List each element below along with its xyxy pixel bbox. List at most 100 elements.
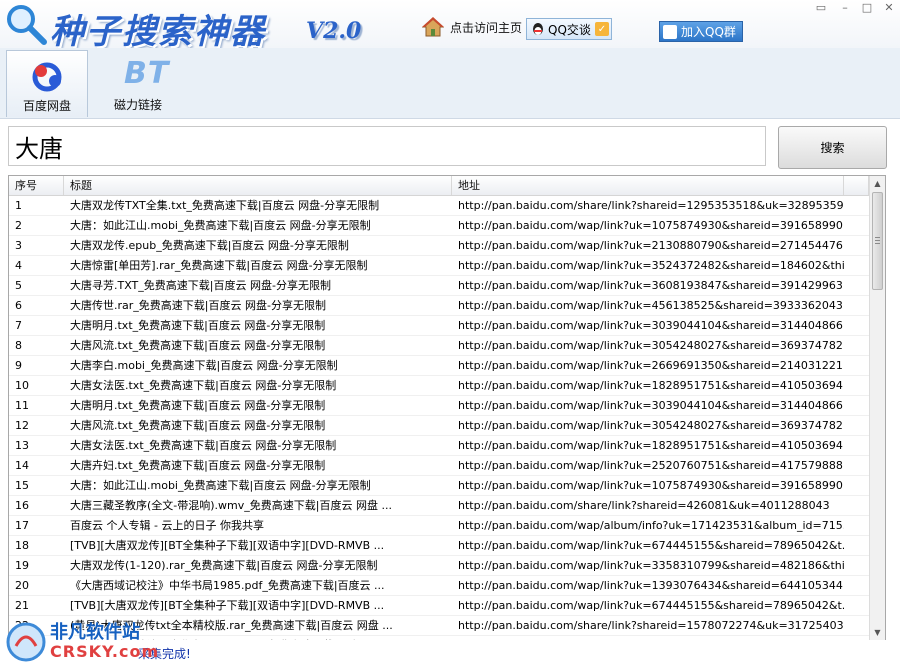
row-url: http://pan.baidu.com/wap/link?uk=2669691… — [458, 359, 844, 372]
header-index[interactable]: 序号 — [9, 176, 64, 195]
watermark-logo: 非凡软件站 CRSKY.com — [4, 616, 158, 668]
scroll-up-icon[interactable]: ▲ — [870, 176, 885, 191]
home-link[interactable]: 点击访问主页 — [422, 16, 522, 38]
row-index: 12 — [15, 419, 29, 432]
table-row[interactable]: 14 大唐卉妇.txt_免费高速下载|百度云 网盘-分享无限制 http://pan… — [9, 456, 869, 476]
row-url: http://pan.baidu.com/wap/link?uk=1828951… — [458, 379, 844, 392]
row-url: http://pan.baidu.com/share/link?shareid=… — [458, 199, 844, 212]
maximize-icon[interactable]: □ — [856, 0, 878, 14]
qq-group-icon — [663, 24, 677, 39]
table-row[interactable]: 3 大唐双龙传.epub_免费高速下载|百度云 网盘-分享无限制 http://pa… — [9, 236, 869, 256]
row-index: 13 — [15, 439, 29, 452]
table-row[interactable]: 17 百度云 个人专辑 - 云上的日子 你我共享 http://pan.baidu.… — [9, 516, 869, 536]
row-title: 大唐李白.mobi_免费高速下载|百度云 网盘-分享无限制 — [70, 359, 338, 372]
table-row[interactable]: 7 大唐明月.txt_免费高速下载|百度云 网盘-分享无限制 http://pan.… — [9, 316, 869, 336]
table-row[interactable]: 11 大唐明月.txt_免费高速下载|百度云 网盘-分享无限制 http://pan… — [9, 396, 869, 416]
qq-chat-button[interactable]: QQ交谈 ✓ — [526, 18, 612, 40]
header-title[interactable]: 标题 — [64, 176, 452, 195]
row-title: 大唐：如此江山.mobi_免费高速下载|百度云 网盘-分享无限制 — [70, 219, 371, 232]
row-title: 《大唐西域记校注》中华书局1985.pdf_免费高速下载|百度云 ... — [70, 579, 385, 592]
row-url: http://pan.baidu.com/wap/link?uk=3054248… — [458, 339, 844, 352]
table-row[interactable]: 1 大唐双龙传TXT全集.txt_免费高速下载|百度云 网盘-分享无限制 http:… — [9, 196, 869, 216]
table-row[interactable]: 16 大唐三藏圣教序(全文-带混响).wmv_免费高速下载|百度云 网盘 ... h… — [9, 496, 869, 516]
table-row[interactable]: 5 大唐寻芳.TXT_免费高速下载|百度云 网盘-分享无限制 http://pan.… — [9, 276, 869, 296]
tab-baidu-pan[interactable]: 百度网盘 — [6, 50, 88, 117]
title-bar: 种子搜索神器 V2.0 点击访问主页 QQ交谈 ✓ 加入QQ群 ▭ – □ ✕ — [0, 0, 900, 52]
qq-group-label: 加入QQ群 — [681, 25, 736, 39]
row-url: http://pan.baidu.com/wap/link?uk=4561385… — [458, 299, 844, 312]
row-index: 2 — [15, 219, 22, 232]
scroll-thumb[interactable] — [872, 192, 883, 290]
row-url: http://pan.baidu.com/wap/link?uk=1393076… — [458, 579, 844, 592]
table-row[interactable]: 6 大唐传世.rar_免费高速下载|百度云 网盘-分享无限制 http://pan.… — [9, 296, 869, 316]
row-index: 14 — [15, 459, 29, 472]
row-index: 21 — [15, 599, 29, 612]
row-title: 大唐双龙传.epub_免费高速下载|百度云 网盘-分享无限制 — [70, 239, 349, 252]
table-row[interactable]: 21 [TVB][大唐双龙传][BT全集种子下载][双语中字][DVD-RMVB … — [9, 596, 869, 616]
row-title: 大唐风流.txt_免费高速下载|百度云 网盘-分享无限制 — [70, 419, 326, 432]
table-row[interactable]: 19 大唐双龙传(1-120).rar_免费高速下载|百度云 网盘-分享无限制 ht… — [9, 556, 869, 576]
table-row[interactable]: 9 大唐李白.mobi_免费高速下载|百度云 网盘-分享无限制 http://pan… — [9, 356, 869, 376]
row-title: 大唐女法医.txt_免费高速下载|百度云 网盘-分享无限制 — [70, 439, 337, 452]
tab-baidu-pan-label: 百度网盘 — [22, 99, 71, 113]
row-index: 3 — [15, 239, 22, 252]
vertical-scrollbar[interactable]: ▲ ▼ — [869, 176, 885, 640]
row-index: 18 — [15, 539, 29, 552]
table-row[interactable]: 10 大唐女法医.txt_免费高速下载|百度云 网盘-分享无限制 http://pa… — [9, 376, 869, 396]
tab-magnet-link-label: 磁力链接 — [113, 98, 162, 112]
search-button[interactable]: 搜索 — [778, 126, 887, 169]
join-qq-group-button[interactable]: 加入QQ群 — [659, 21, 743, 42]
table-row[interactable]: 8 大唐风流.txt_免费高速下载|百度云 网盘-分享无限制 http://pan.… — [9, 336, 869, 356]
row-url: http://pan.baidu.com/wap/link?uk=3039044… — [458, 399, 844, 412]
row-index: 15 — [15, 479, 29, 492]
row-url: http://pan.baidu.com/wap/album/info?uk=1… — [458, 519, 844, 532]
table-row[interactable]: 13 大唐女法医.txt_免费高速下载|百度云 网盘-分享无限制 http://pa… — [9, 436, 869, 456]
row-title: 百度云 个人专辑 - 云上的日子 你我共享 — [70, 519, 264, 532]
table-body: 1 大唐双龙传TXT全集.txt_免费高速下载|百度云 网盘-分享无限制 http:… — [9, 196, 869, 640]
row-title: 大唐双龙传TXT全集.txt_免费高速下载|百度云 网盘-分享无限制 — [70, 199, 380, 212]
table-row[interactable]: 20 《大唐西域记校注》中华书局1985.pdf_免费高速下载|百度云 ... ht… — [9, 576, 869, 596]
minimize-icon[interactable]: – — [834, 0, 856, 14]
baidu-cloud-icon — [32, 62, 62, 92]
house-icon — [422, 17, 444, 37]
row-index: 7 — [15, 319, 22, 332]
table-row[interactable]: 18 [TVB][大唐双龙传][BT全集种子下载][双语中字][DVD-RMVB … — [9, 536, 869, 556]
toolbar: 百度网盘 BT 磁力链接 — [0, 48, 900, 119]
table-row[interactable]: 15 大唐：如此江山.mobi_免费高速下载|百度云 网盘-分享无限制 http:/… — [9, 476, 869, 496]
row-index: 4 — [15, 259, 22, 272]
row-url: http://pan.baidu.com/wap/link?uk=3524372… — [458, 259, 844, 272]
header-url[interactable]: 地址 — [452, 176, 844, 195]
row-title: [TVB][大唐双龙传][BT全集种子下载][双语中字][DVD-RMVB ..… — [70, 599, 385, 612]
home-link-label: 点击访问主页 — [450, 20, 523, 35]
chevron-down-icon: ✓ — [594, 22, 609, 36]
row-url: http://pan.baidu.com/wap/link?uk=6744451… — [458, 539, 844, 552]
watermark-text: 非凡软件站 — [50, 622, 140, 643]
table-row[interactable]: 4 大唐惊雷[单田芳].rar_免费高速下载|百度云 网盘-分享无限制 http:/… — [9, 256, 869, 276]
table-header: 序号 标题 地址 — [9, 176, 869, 196]
row-title: 大唐明月.txt_免费高速下载|百度云 网盘-分享无限制 — [70, 319, 326, 332]
row-index: 17 — [15, 519, 29, 532]
close-icon[interactable]: ✕ — [878, 0, 900, 14]
tab-magnet-link[interactable]: BT 磁力链接 — [98, 50, 178, 116]
search-input[interactable] — [8, 126, 766, 166]
row-url: http://pan.baidu.com/wap/link?uk=2520760… — [458, 459, 844, 472]
watermark-sub: CRSKY.com — [50, 642, 160, 661]
row-url: http://pan.baidu.com/wap/link?uk=3054248… — [458, 419, 844, 432]
row-url: http://pan.baidu.com/wap/link?uk=3608193… — [458, 279, 844, 292]
menu-icon[interactable]: ▭ — [810, 0, 832, 14]
table-row[interactable]: 12 大唐风流.txt_免费高速下载|百度云 网盘-分享无限制 http://pan… — [9, 416, 869, 436]
row-index: 16 — [15, 499, 29, 512]
row-url: http://pan.baidu.com/wap/link?uk=3358310… — [458, 559, 844, 572]
row-index: 8 — [15, 339, 22, 352]
table-row[interactable]: 2 大唐：如此江山.mobi_免费高速下载|百度云 网盘-分享无限制 http://… — [9, 216, 869, 236]
row-url: http://pan.baidu.com/wap/link?uk=1075874… — [458, 479, 844, 492]
crsky-logo-icon — [6, 622, 46, 662]
magnifier-logo-icon — [7, 5, 47, 45]
row-index: 11 — [15, 399, 29, 412]
results-table: 序号 标题 地址 1 大唐双龙传TXT全集.txt_免费高速下载|百度云 网盘-分… — [8, 175, 886, 641]
row-url: http://pan.baidu.com/wap/link?uk=1075874… — [458, 219, 844, 232]
row-url: http://pan.baidu.com/share/link?shareid=… — [458, 619, 844, 632]
row-url: http://pan.baidu.com/wap/link?uk=2130880… — [458, 239, 844, 252]
row-title: [TVB][大唐双龙传][BT全集种子下载][双语中字][DVD-RMVB ..… — [70, 539, 385, 552]
scroll-down-icon[interactable]: ▼ — [870, 625, 885, 640]
